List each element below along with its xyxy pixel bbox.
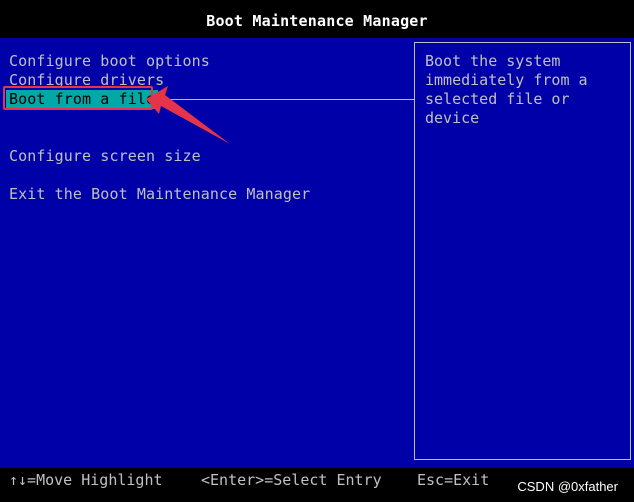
footer-bar: ↑↓=Move Highlight <Enter>=Select Entry E… — [0, 468, 634, 502]
footer-exit-hint: Esc=Exit — [417, 471, 490, 489]
annotation-highlight-box — [3, 86, 153, 110]
page-title: Boot Maintenance Manager — [206, 12, 428, 30]
footer-move-hint: ↑↓=Move Highlight — [9, 471, 163, 489]
help-panel: Boot the system immediately from a selec… — [414, 42, 631, 460]
menu-item-configure-boot-options[interactable]: Configure boot options — [9, 52, 210, 71]
footer-select-hint: <Enter>=Select Entry — [201, 471, 382, 489]
watermark: CSDN @0xfather — [517, 479, 618, 494]
selection-connector-line — [156, 99, 414, 100]
menu-item-exit-boot-maintenance[interactable]: Exit the Boot Maintenance Manager — [9, 185, 310, 204]
menu-item-configure-screen-size[interactable]: Configure screen size — [9, 147, 201, 166]
help-text: Boot the system immediately from a selec… — [425, 52, 588, 127]
title-bar: Boot Maintenance Manager — [0, 0, 634, 38]
main-panel: Configure boot options Configure drivers… — [0, 38, 634, 468]
